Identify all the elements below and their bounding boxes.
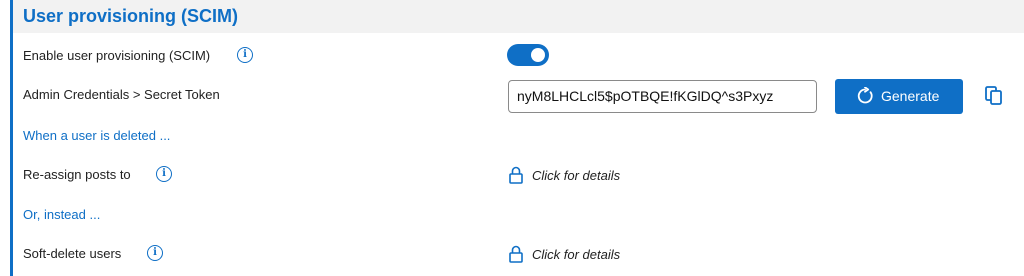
enable-provisioning-label: Enable user provisioning (SCIM) — [23, 48, 211, 63]
secret-token-field[interactable]: nyM8LHCLcl5$pOTBQE!fKGlDQ^s3Pxyz — [508, 80, 817, 113]
section-title: User provisioning (SCIM) — [23, 6, 239, 26]
refresh-icon — [857, 87, 873, 104]
section-header: User provisioning (SCIM) — [13, 0, 1024, 33]
generate-button[interactable]: Generate — [835, 79, 963, 114]
toggle-knob — [531, 48, 545, 62]
soft-delete-users-label: Soft-delete users — [23, 246, 122, 261]
lock-icon — [509, 245, 523, 263]
reassign-posts-label: Re-assign posts to — [23, 167, 131, 182]
or-instead-link[interactable]: Or, instead ... — [23, 206, 100, 224]
lock-icon — [509, 166, 523, 184]
enable-provisioning-toggle[interactable] — [507, 44, 549, 66]
when-user-deleted-link[interactable]: When a user is deleted ... — [23, 127, 170, 145]
copy-icon[interactable] — [985, 86, 1003, 106]
secret-token-label: Admin Credentials > Secret Token — [23, 87, 220, 102]
soft-delete-users-info-icon[interactable]: i — [147, 245, 163, 261]
reassign-posts-info-icon[interactable]: i — [156, 166, 172, 182]
generate-button-label: Generate — [881, 88, 940, 104]
enable-provisioning-info-icon[interactable]: i — [237, 47, 253, 63]
reassign-posts-details[interactable]: Click for details — [532, 167, 620, 185]
soft-delete-users-details[interactable]: Click for details — [532, 246, 620, 264]
section-left-rule — [10, 0, 13, 276]
